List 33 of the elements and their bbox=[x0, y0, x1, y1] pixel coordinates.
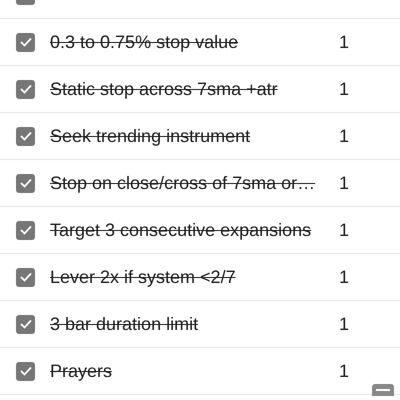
count: 1 bbox=[339, 266, 350, 288]
check-icon bbox=[20, 37, 32, 47]
count: 1 bbox=[339, 78, 350, 100]
check-icon bbox=[20, 225, 32, 235]
count: 1 bbox=[339, 314, 350, 334]
count: 1 bbox=[339, 126, 350, 146]
count: 1 bbox=[339, 360, 350, 382]
task-label: Stop on close/cross of 7sma or… bbox=[50, 172, 316, 194]
task-label: Lever 2x if system <2/7 bbox=[50, 266, 237, 288]
checkbox[interactable] bbox=[16, 174, 35, 192]
checkbox[interactable] bbox=[16, 268, 35, 286]
checkbox[interactable] bbox=[16, 32, 35, 52]
task-label: Prayers bbox=[50, 360, 114, 382]
checkbox[interactable] bbox=[16, 362, 35, 380]
check-icon bbox=[20, 366, 32, 376]
check-icon bbox=[20, 272, 32, 282]
task-label: 3 bar duration limit bbox=[50, 314, 200, 334]
task-label: 0.3 to 0.75% stop value bbox=[50, 32, 240, 52]
task-label: Target 3 consecutive expansions bbox=[50, 220, 312, 240]
checkbox[interactable] bbox=[16, 126, 35, 146]
count: 1 bbox=[339, 172, 350, 194]
check-icon bbox=[20, 84, 32, 94]
checkbox[interactable] bbox=[16, 80, 35, 98]
checkbox[interactable] bbox=[16, 314, 35, 334]
count: 1 bbox=[339, 32, 350, 52]
check-icon bbox=[20, 131, 32, 141]
checkbox[interactable] bbox=[16, 220, 35, 240]
check-icon bbox=[20, 178, 32, 188]
count: 1 bbox=[339, 220, 350, 240]
task-label: Static stop across 7sma +atr bbox=[50, 78, 279, 100]
task-label: Seek trending instrument bbox=[50, 126, 252, 146]
note-icon[interactable] bbox=[372, 384, 394, 396]
check-icon bbox=[20, 319, 32, 329]
